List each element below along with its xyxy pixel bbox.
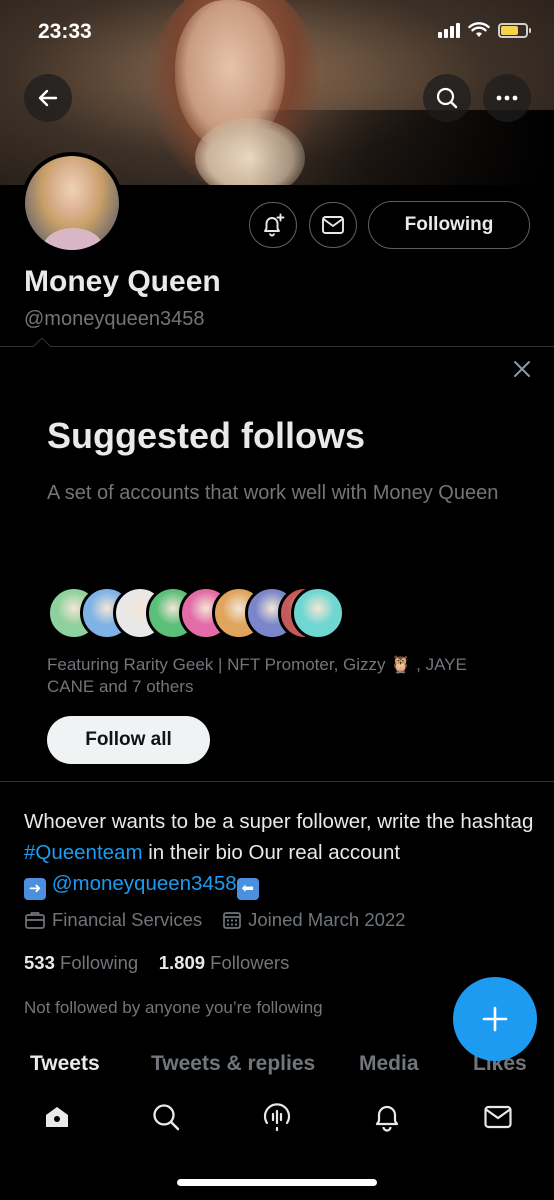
arrow-left-emoji: ⬅: [236, 878, 259, 900]
briefcase-icon: [25, 912, 45, 929]
nav-search[interactable]: [146, 1097, 186, 1137]
spaces-icon: [263, 1103, 291, 1132]
not-followed-note: Not followed by anyone you’re following: [24, 998, 323, 1017]
plus-icon: [482, 1006, 508, 1032]
mention-link[interactable]: @moneyqueen3458: [52, 872, 237, 895]
suggested-avatar[interactable]: [291, 586, 345, 640]
divider: [0, 781, 554, 782]
signal-icon: [438, 22, 460, 38]
arrow-left-icon: [38, 89, 58, 107]
tab-tweets[interactable]: Tweets: [30, 1052, 100, 1076]
suggested-avatars[interactable]: [47, 586, 347, 642]
calendar-icon: [223, 912, 241, 929]
nav-spaces[interactable]: [257, 1097, 297, 1137]
status-icons: [438, 22, 531, 38]
profile-name: Money Queen: [24, 265, 221, 298]
profile-meta: Financial Services Joined March 2022: [24, 909, 405, 931]
profile-handle: @moneyqueen3458: [24, 308, 205, 330]
more-button[interactable]: [483, 74, 531, 122]
suggested-description: A set of accounts that work well with Mo…: [47, 482, 499, 504]
divider: [0, 346, 554, 347]
ellipsis-icon: [496, 95, 518, 101]
notifications-icon: [375, 1105, 399, 1132]
notify-button[interactable]: [249, 202, 297, 248]
dismiss-suggestions-button[interactable]: [508, 355, 536, 383]
nav-home[interactable]: [37, 1097, 77, 1137]
suggested-featuring: Featuring Rarity Geek | NFT Promoter, Gi…: [47, 655, 467, 696]
back-button[interactable]: [24, 74, 72, 122]
suggested-title: Suggested follows: [47, 415, 366, 456]
close-icon: [514, 361, 530, 377]
search-icon: [436, 87, 458, 109]
bell-plus-icon: [264, 213, 285, 237]
joined-label: Joined March 2022: [248, 909, 406, 930]
tab-media[interactable]: Media: [359, 1052, 419, 1076]
profile-stats: 533 Following 1.809 Followers: [24, 952, 289, 974]
search-button[interactable]: [423, 74, 471, 122]
hashtag-link[interactable]: #Queenteam: [24, 841, 143, 864]
category-label: Financial Services: [52, 909, 203, 930]
following-stat-label: Following: [60, 952, 139, 973]
mail-icon: [322, 216, 344, 234]
bio-text: Whoever wants to be a super follower, wr…: [24, 810, 534, 833]
home-icon: [46, 1107, 68, 1127]
nav-notifications[interactable]: [367, 1097, 407, 1137]
wifi-icon: [468, 22, 490, 37]
tab-tweets-replies[interactable]: Tweets & replies: [151, 1052, 315, 1076]
nav-messages[interactable]: [478, 1097, 518, 1137]
following-stat[interactable]: 533 Following: [24, 952, 138, 973]
followers-stat-label: Followers: [210, 952, 290, 973]
bio-text: in their bio Our real account: [142, 841, 401, 864]
status-time: 23:33: [38, 20, 92, 43]
compose-button[interactable]: [453, 977, 537, 1061]
home-indicator: [177, 1179, 377, 1186]
search-icon: [153, 1104, 180, 1131]
follow-all-button[interactable]: Follow all: [47, 716, 210, 764]
profile-bio: Whoever wants to be a super follower, wr…: [24, 806, 534, 900]
profile-avatar[interactable]: [21, 152, 123, 254]
message-button[interactable]: [309, 202, 357, 248]
followers-stat[interactable]: 1.809 Followers: [159, 952, 290, 973]
messages-icon: [484, 1105, 512, 1129]
following-count: 533: [24, 952, 55, 973]
caret-pointer: [33, 338, 51, 347]
followers-count: 1.809: [158, 952, 206, 973]
battery-icon: [498, 22, 531, 38]
following-button[interactable]: Following: [368, 201, 530, 249]
arrow-right-emoji: ➜: [24, 878, 46, 900]
